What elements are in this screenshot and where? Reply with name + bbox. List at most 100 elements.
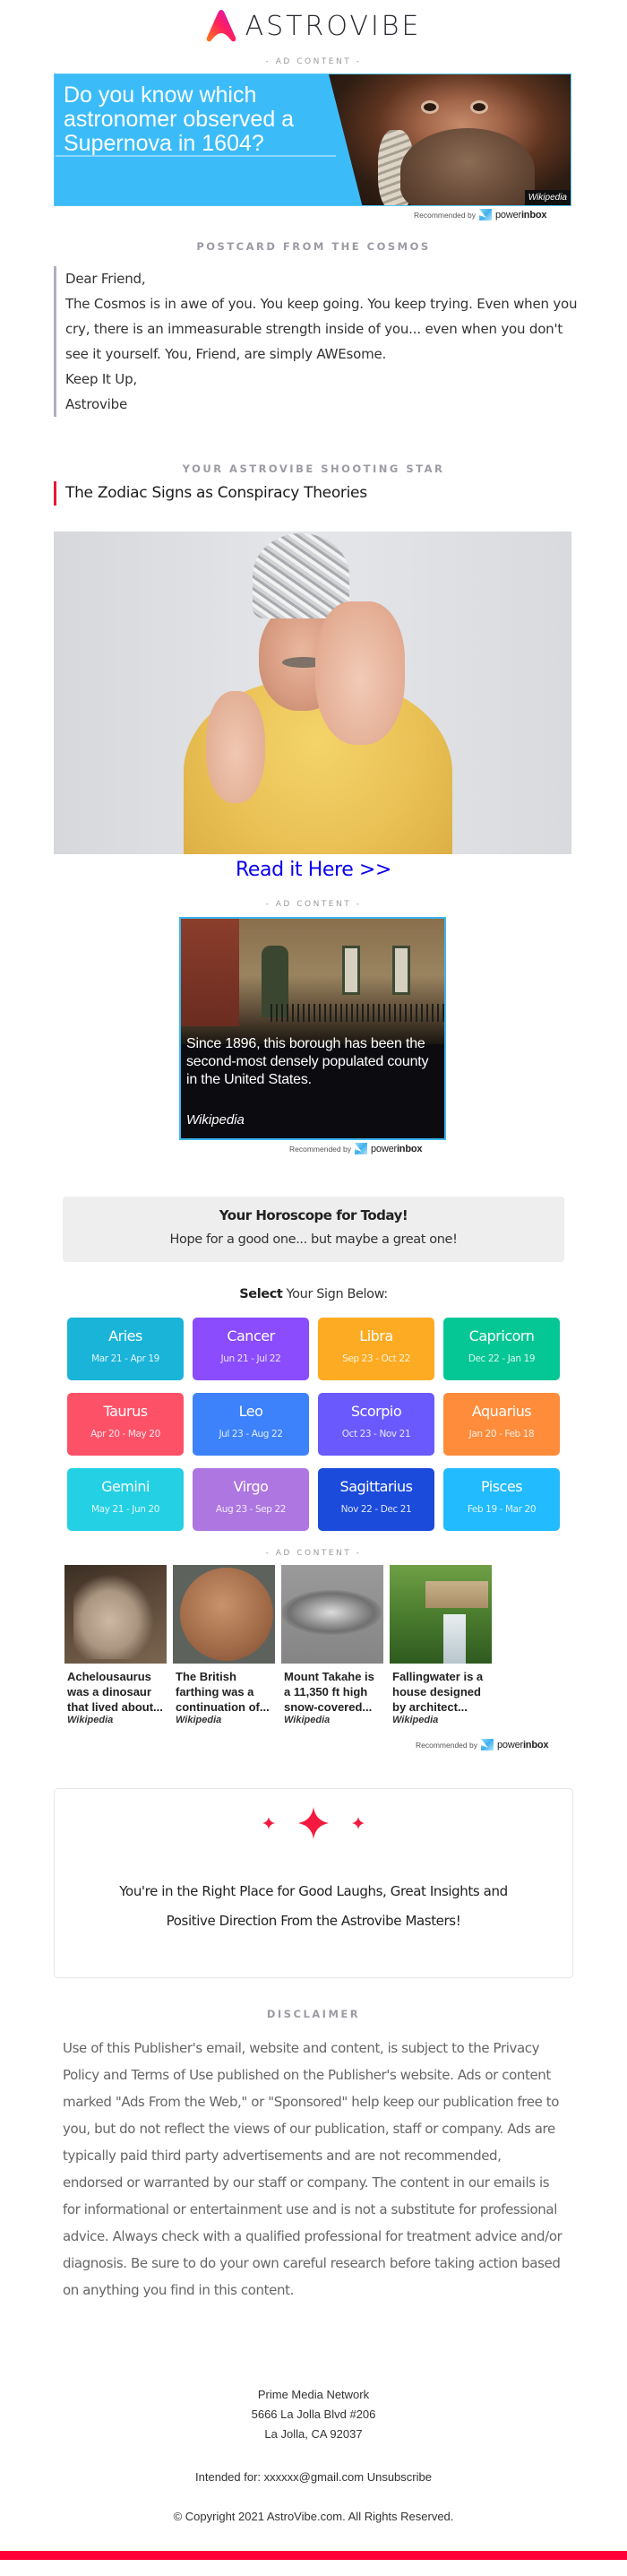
- sponsored-article-card[interactable]: The British farthing was a continuation …: [173, 1565, 275, 1726]
- brand-logo[interactable]: ASTROVIBE: [0, 7, 627, 45]
- zodiac-sign-name: Aquarius: [471, 1403, 532, 1420]
- read-it-here-link[interactable]: Read it Here >>: [0, 859, 627, 881]
- zodiac-sign-dates: Dec 22 - Jan 19: [468, 1353, 536, 1364]
- zodiac-sign-button-scorpio[interactable]: Scorpio Oct 23 - Nov 21: [318, 1393, 434, 1456]
- hero-tinfoil-hat: [253, 533, 349, 618]
- sponsored-article-title: Achelousaurus was a dinosaur that lived …: [67, 1670, 163, 1714]
- zodiac-sign-name: Scorpio: [350, 1403, 402, 1420]
- zodiac-sign-dates: Jan 20 - Feb 18: [468, 1429, 535, 1439]
- postcard-body: The Cosmos is in awe of you. You keep go…: [65, 296, 578, 362]
- horoscope-subtitle: Hope for a good one... but maybe a great…: [169, 1232, 458, 1247]
- portrait-eye: [424, 103, 436, 111]
- select-sign-label: Select Your Sign Below:: [239, 1287, 388, 1301]
- zodiac-sign-dates: May 21 - Jun 20: [91, 1504, 159, 1515]
- intended-for-text: Intended for: xxxxxx@gmail.com: [195, 2470, 365, 2484]
- zodiac-sign-button-virgo[interactable]: Virgo Aug 23 - Sep 22: [193, 1468, 309, 1531]
- disclaimer-text: Use of this Publisher's email, website a…: [63, 2040, 563, 2298]
- sponsored-article-title: The British farthing was a continuation …: [176, 1670, 270, 1714]
- zodiac-sign-name: Leo: [238, 1403, 263, 1420]
- middle-ad-headline: Since 1896, this borough has been the se…: [186, 1036, 429, 1087]
- zodiac-sign-button-cancer[interactable]: Cancer Jun 21 - Jul 22: [193, 1318, 309, 1380]
- recommended-by-powerinbox[interactable]: Recommended by powerinbox: [289, 1143, 422, 1154]
- recommended-by-powerinbox[interactable]: Recommended by powerinbox: [414, 209, 546, 220]
- brand-name: ASTROVIBE: [245, 10, 422, 42]
- top-ad-portrait-image: [329, 74, 571, 205]
- article-title-link[interactable]: The Zodiac Signs as Conspiracy Theories: [54, 481, 367, 506]
- sponsored-article-source: Wikipedia: [392, 1715, 439, 1725]
- sponsored-article-title: Mount Takahe is a 11,350 ft high snow-co…: [284, 1670, 374, 1714]
- zodiac-sign-name: Capricorn: [468, 1327, 535, 1344]
- sponsored-article-source: Wikipedia: [67, 1715, 114, 1725]
- zodiac-sign-name: Cancer: [227, 1327, 275, 1344]
- footer-intended-for: Intended for: xxxxxx@gmail.com Unsubscri…: [0, 2470, 627, 2484]
- iron-fence: [271, 1004, 444, 1022]
- zodiac-sign-button-libra[interactable]: Libra Sep 23 - Oct 22: [318, 1318, 434, 1380]
- zodiac-sign-button-aries[interactable]: Aries Mar 21 - Apr 19: [67, 1318, 184, 1380]
- zodiac-sign-button-leo[interactable]: Leo Jul 23 - Aug 22: [193, 1393, 309, 1456]
- sponsored-article-card[interactable]: Mount Takahe is a 11,350 ft high snow-co…: [281, 1565, 383, 1726]
- window: [342, 946, 360, 995]
- sparkle-small-icon: [262, 1817, 275, 1829]
- portrait-eye: [473, 103, 485, 111]
- powerinbox-logo: powerinbox: [370, 1143, 423, 1154]
- sponsored-article-card[interactable]: Achelousaurus was a dinosaur that lived …: [64, 1565, 167, 1726]
- zodiac-sign-name: Aries: [108, 1327, 142, 1344]
- top-ad-banner[interactable]: Do you know which astronomer observed a …: [54, 73, 571, 206]
- good-laughs-card: You're in the Right Place for Good Laugh…: [54, 1788, 573, 1978]
- portrait-beard: [400, 128, 535, 205]
- middle-ad-banner[interactable]: Since 1896, this borough has been the se…: [179, 917, 446, 1140]
- powerinbox-icon: [354, 1143, 367, 1154]
- footer-address-line2: La Jolla, CA 92037: [264, 2427, 363, 2441]
- powerinbox-icon: [478, 209, 492, 220]
- recommended-by-powerinbox[interactable]: Recommended by powerinbox: [416, 1739, 548, 1750]
- zodiac-sign-button-gemini[interactable]: Gemini May 21 - Jun 20: [67, 1468, 184, 1531]
- recommended-by-label: Recommended by: [416, 1740, 477, 1750]
- zodiac-sign-dates: Mar 21 - Apr 19: [91, 1353, 159, 1364]
- zodiac-sign-button-pisces[interactable]: Pisces Feb 19 - Mar 20: [443, 1468, 560, 1531]
- sponsored-article-source: Wikipedia: [284, 1715, 331, 1725]
- zodiac-sign-dates: Feb 19 - Mar 20: [467, 1504, 537, 1515]
- powerinbox-logo: powerinbox: [496, 1739, 549, 1750]
- sparkle-large-icon: [298, 1807, 329, 1839]
- unsubscribe-link[interactable]: Unsubscribe: [367, 2470, 432, 2484]
- footer-copyright: © Copyright 2021 AstroVibe.com. All Righ…: [173, 2510, 454, 2523]
- sponsored-article-source: Wikipedia: [176, 1715, 222, 1725]
- horoscope-title: Your Horoscope for Today!: [219, 1207, 408, 1223]
- zodiac-sign-button-aquarius[interactable]: Aquarius Jan 20 - Feb 18: [443, 1393, 560, 1456]
- zodiac-sign-button-sagittarius[interactable]: Sagittarius Nov 22 - Dec 21: [318, 1468, 434, 1531]
- brick-building: [181, 919, 239, 1026]
- disclaimer-heading: DISCLAIMER: [266, 2008, 361, 2020]
- postcard-signature: Astrovibe: [65, 396, 127, 412]
- article-hero-image[interactable]: [54, 532, 571, 854]
- zodiac-sign-dates: Jul 23 - Aug 22: [219, 1429, 283, 1439]
- zodiac-sign-name: Libra: [359, 1327, 393, 1344]
- top-ad-divider: [56, 155, 336, 157]
- good-laughs-message: You're in the Right Place for Good Laugh…: [119, 1883, 508, 1929]
- footer-address-line1: 5666 La Jolla Blvd #206: [251, 2407, 376, 2421]
- powerinbox-logo: powerinbox: [494, 209, 547, 220]
- top-ad-source: Wikipedia: [524, 190, 571, 205]
- sponsored-article-image-house-waterfall: [390, 1565, 492, 1664]
- sponsored-article-image-mountain-aerial: [281, 1565, 383, 1664]
- sponsored-article-title: Fallingwater is a house designed by arch…: [392, 1670, 484, 1714]
- horoscope-banner: Your Horoscope for Today! Hope for a goo…: [63, 1197, 564, 1262]
- zodiac-sign-name: Virgo: [233, 1478, 269, 1495]
- top-ad-headline: Do you know which astronomer observed a …: [64, 82, 295, 156]
- sponsored-article-card[interactable]: Fallingwater is a house designed by arch…: [390, 1565, 492, 1726]
- zodiac-sign-button-capricorn[interactable]: Capricorn Dec 22 - Jan 19: [443, 1318, 560, 1380]
- zodiac-sign-dates: Jun 21 - Jul 22: [220, 1353, 281, 1364]
- zodiac-sign-name: Gemini: [101, 1478, 150, 1495]
- middle-ad-source: Wikipedia: [186, 1112, 245, 1128]
- sponsored-article-image-dinosaur-fossil: [64, 1565, 167, 1664]
- ad-content-label: - AD CONTENT -: [265, 57, 362, 66]
- sponsored-articles-grid: Achelousaurus was a dinosaur that lived …: [64, 1565, 566, 1726]
- sparkles-icon-group: [55, 1807, 572, 1839]
- recommended-by-label: Recommended by: [414, 210, 476, 220]
- zodiac-sign-button-taurus[interactable]: Taurus Apr 20 - May 20: [67, 1393, 184, 1456]
- footer-company: Prime Media Network: [257, 2388, 370, 2401]
- zodiac-sign-name: Pisces: [480, 1478, 523, 1495]
- zodiac-sign-dates: Oct 23 - Nov 21: [341, 1429, 411, 1439]
- ad-content-label: - AD CONTENT -: [265, 900, 362, 909]
- zodiac-sign-dates: Aug 23 - Sep 22: [215, 1504, 287, 1515]
- footer-address: Prime Media Network 5666 La Jolla Blvd #…: [0, 2385, 627, 2444]
